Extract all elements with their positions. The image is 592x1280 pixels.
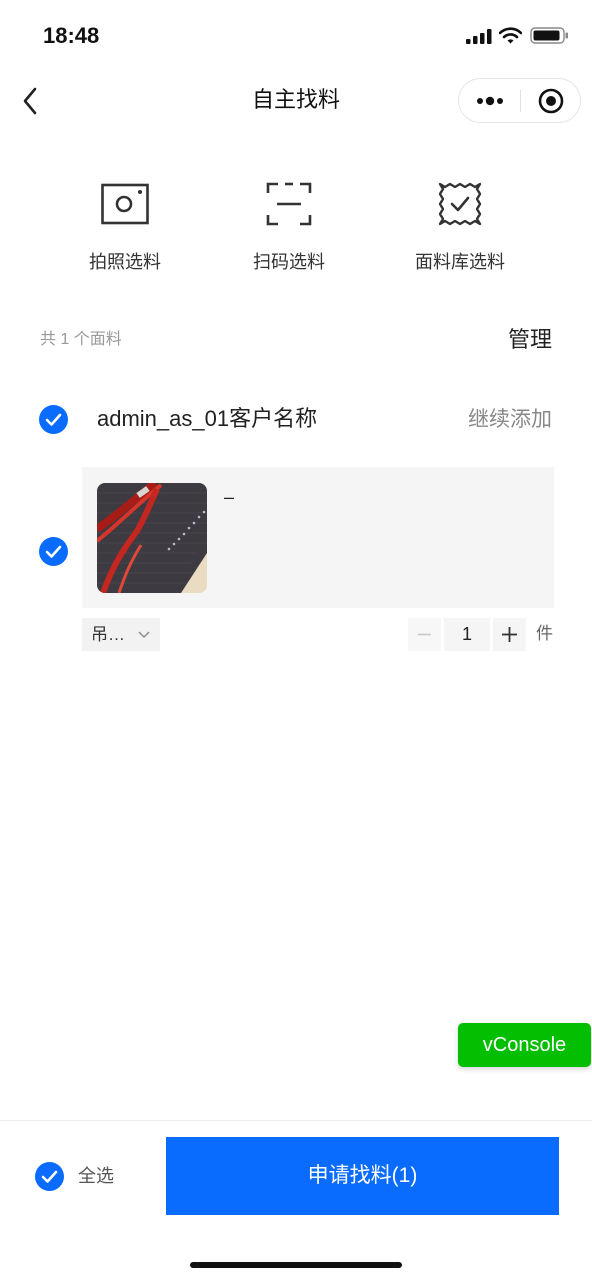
option-fabric-library-label: 面料库选料 [415, 252, 505, 272]
scan-icon [266, 182, 312, 226]
manage-button[interactable]: 管理 [508, 326, 552, 354]
option-scan[interactable]: 扫码选料 [219, 176, 359, 276]
customer-name: admin_as_01客户名称 [97, 406, 318, 431]
page-title: 自主找料 [251, 87, 340, 112]
quantity-value[interactable]: 1 [444, 618, 490, 651]
mini-program-capsule [458, 78, 581, 123]
fabric-library-icon [438, 182, 482, 226]
spec-dropdown-label: 吊… [91, 625, 125, 644]
minus-icon [418, 633, 431, 636]
group-checkbox[interactable] [39, 405, 68, 434]
select-all-label[interactable]: 全选 [78, 1164, 114, 1188]
item-checkbox[interactable] [39, 537, 68, 566]
fabric-item-name: – [224, 487, 235, 507]
quantity-decrease-button[interactable] [408, 618, 441, 651]
capsule-divider [520, 90, 521, 112]
wifi-icon [499, 27, 522, 44]
footer-divider [0, 1120, 592, 1121]
select-all-checkbox[interactable] [35, 1162, 64, 1191]
option-photo-label: 拍照选料 [89, 252, 161, 272]
quantity-unit: 件 [536, 624, 553, 643]
more-dots-icon[interactable] [473, 90, 507, 112]
option-scan-label: 扫码选料 [253, 252, 325, 272]
fabric-item-card[interactable]: – [82, 467, 554, 608]
battery-icon [530, 27, 568, 44]
submit-request-button[interactable]: 申请找料(1) [166, 1137, 559, 1215]
option-photo[interactable]: 拍照选料 [55, 176, 195, 276]
fabric-thumbnail [97, 483, 207, 593]
option-fabric-library[interactable]: 面料库选料 [390, 176, 530, 276]
add-more-button[interactable]: 继续添加 [468, 406, 552, 433]
cellular-signal-icon [466, 29, 492, 44]
camera-icon [101, 183, 149, 225]
vconsole-button[interactable]: vConsole [458, 1023, 591, 1067]
record-circle-icon[interactable] [537, 87, 565, 115]
spec-dropdown[interactable]: 吊… [82, 618, 160, 651]
fabric-count: 共 1 个面料 [40, 331, 122, 348]
chevron-down-icon [138, 631, 150, 638]
status-time: 18:48 [43, 23, 100, 48]
quantity-increase-button[interactable] [493, 618, 526, 651]
chevron-left-icon[interactable] [20, 86, 42, 116]
status-bar: 18:48 [0, 0, 592, 60]
plus-icon [502, 627, 517, 642]
home-indicator [190, 1262, 402, 1268]
